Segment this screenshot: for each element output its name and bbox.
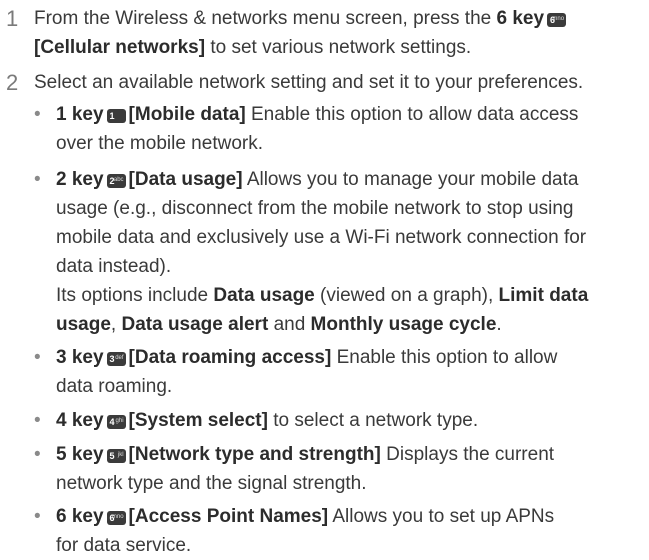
keypad-2-icon: 2 abc bbox=[106, 174, 126, 188]
bullet-icon: • bbox=[34, 104, 41, 125]
keypad-5-icon: 5 jkl bbox=[106, 449, 126, 463]
list-item-data-usage: • 2 key 2 abc [Data usage] Allows you to ma… bbox=[34, 165, 645, 339]
keypad-6-icon: 6 mno bbox=[106, 511, 126, 525]
key-label: 6 key bbox=[496, 8, 545, 29]
keypad-1-icon: 1 bbox=[106, 109, 126, 123]
list-item-access-point-names: • 6 key 6 mno [Access Point Names] Allows y… bbox=[34, 502, 645, 560]
bullet-icon: • bbox=[34, 444, 41, 465]
step-1-intro: From the Wireless & networks menu screen… bbox=[34, 8, 492, 29]
manual-page: 1 From the Wireless & networks menu scre… bbox=[0, 0, 649, 556]
keypad-4-icon: 4 ghi bbox=[106, 415, 126, 429]
keypad-6-icon: 6 mno bbox=[547, 13, 567, 27]
keypad-3-icon: 3 def bbox=[106, 352, 126, 366]
step-text: Select an available network setting and … bbox=[34, 72, 584, 93]
step-number: 1 bbox=[6, 6, 19, 31]
bullet-icon: • bbox=[34, 506, 41, 527]
menu-name: [Cellular networks] bbox=[34, 37, 206, 58]
list-item-network-type: • 5 key 5 jkl [Network type and strength] D… bbox=[34, 440, 645, 498]
list-item-mobile-data: • 1 key 1 [Mobile data] Enable this option… bbox=[34, 100, 645, 158]
bullet-icon: • bbox=[34, 169, 41, 190]
step-number: 2 bbox=[6, 70, 19, 95]
bullet-icon: • bbox=[34, 410, 41, 431]
list-item-system-select: • 4 key 4 ghi [System select] to select a n… bbox=[34, 406, 645, 435]
bullet-icon: • bbox=[34, 347, 41, 368]
step-text: From the Wireless & networks menu screen… bbox=[34, 8, 567, 58]
list-item-data-roaming: • 3 key 3 def [Data roaming access] Enable … bbox=[34, 343, 645, 401]
